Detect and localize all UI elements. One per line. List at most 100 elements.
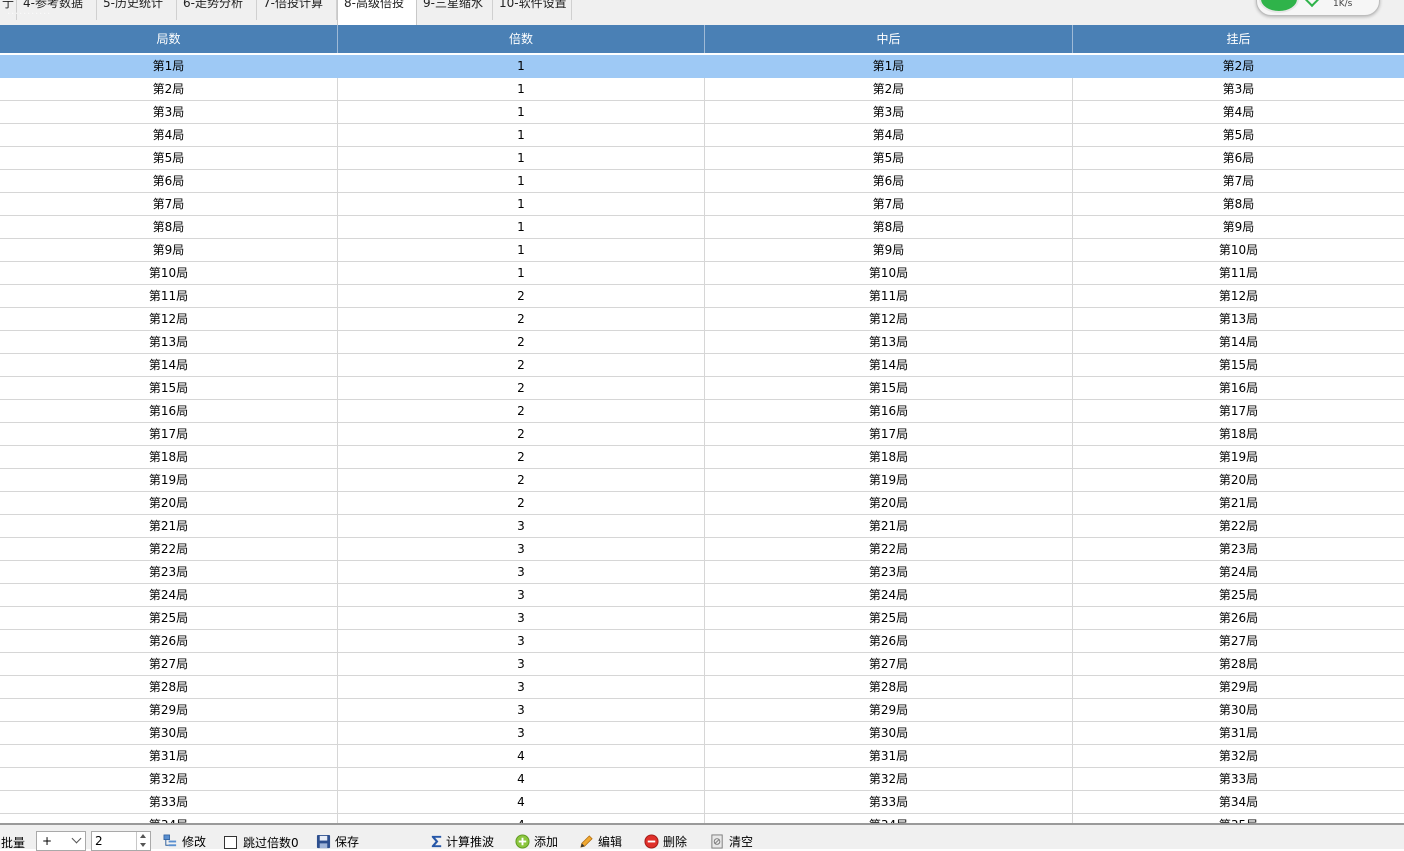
cell-after-loss[interactable]: 第21局 xyxy=(1073,492,1404,514)
table-row[interactable]: 第10局 1 第10局 第11局 xyxy=(0,262,1404,285)
cell-after-win[interactable]: 第15局 xyxy=(705,377,1073,399)
calc-push-wave-button[interactable]: 计算推波 xyxy=(429,832,501,850)
network-speed-widget[interactable]: 1K/s xyxy=(1256,0,1380,16)
cell-after-loss[interactable]: 第17局 xyxy=(1073,400,1404,422)
cell-after-loss[interactable]: 第16局 xyxy=(1073,377,1404,399)
cell-after-loss[interactable]: 第5局 xyxy=(1073,124,1404,146)
cell-after-loss[interactable]: 第18局 xyxy=(1073,423,1404,445)
column-header-after-win[interactable]: 中后 xyxy=(705,25,1073,53)
cell-round[interactable]: 第17局 xyxy=(0,423,338,445)
cell-round[interactable]: 第8局 xyxy=(0,216,338,238)
cell-after-loss[interactable]: 第2局 xyxy=(1073,55,1404,77)
cell-round[interactable]: 第13局 xyxy=(0,331,338,353)
cell-round[interactable]: 第19局 xyxy=(0,469,338,491)
table-row[interactable]: 第5局 1 第5局 第6局 xyxy=(0,147,1404,170)
cell-after-win[interactable]: 第7局 xyxy=(705,193,1073,215)
table-row[interactable]: 第9局 1 第9局 第10局 xyxy=(0,239,1404,262)
cell-multiple[interactable]: 2 xyxy=(338,469,705,491)
table-row[interactable]: 第4局 1 第4局 第5局 xyxy=(0,124,1404,147)
cell-after-win[interactable]: 第19局 xyxy=(705,469,1073,491)
cell-round[interactable]: 第11局 xyxy=(0,285,338,307)
table-row[interactable]: 第32局 4 第32局 第33局 xyxy=(0,768,1404,791)
cell-multiple[interactable]: 2 xyxy=(338,377,705,399)
cell-after-win[interactable]: 第31局 xyxy=(705,745,1073,767)
cell-round[interactable]: 第15局 xyxy=(0,377,338,399)
cell-multiple[interactable]: 1 xyxy=(338,55,705,77)
cell-multiple[interactable]: 3 xyxy=(338,607,705,629)
cell-after-win[interactable]: 第33局 xyxy=(705,791,1073,813)
tab-multiple-calc[interactable]: 7-倍投计算 xyxy=(257,0,337,20)
cell-round[interactable]: 第14局 xyxy=(0,354,338,376)
cell-after-loss[interactable]: 第8局 xyxy=(1073,193,1404,215)
table-row[interactable]: 第1局 1 第1局 第2局 xyxy=(0,55,1404,78)
cell-after-win[interactable]: 第26局 xyxy=(705,630,1073,652)
cell-multiple[interactable]: 3 xyxy=(338,561,705,583)
cell-round[interactable]: 第1局 xyxy=(0,55,338,77)
cell-after-loss[interactable]: 第10局 xyxy=(1073,239,1404,261)
cell-round[interactable]: 第34局 xyxy=(0,814,338,823)
cell-round[interactable]: 第27局 xyxy=(0,653,338,675)
table-row[interactable]: 第28局 3 第28局 第29局 xyxy=(0,676,1404,699)
cell-multiple[interactable]: 1 xyxy=(338,262,705,284)
stepper-up-icon[interactable] xyxy=(140,834,146,838)
cell-after-loss[interactable]: 第20局 xyxy=(1073,469,1404,491)
cell-multiple[interactable]: 4 xyxy=(338,768,705,790)
cell-multiple[interactable]: 2 xyxy=(338,400,705,422)
cell-after-loss[interactable]: 第27局 xyxy=(1073,630,1404,652)
table-row[interactable]: 第23局 3 第23局 第24局 xyxy=(0,561,1404,584)
cell-multiple[interactable]: 3 xyxy=(338,515,705,537)
cell-after-win[interactable]: 第20局 xyxy=(705,492,1073,514)
cell-after-win[interactable]: 第30局 xyxy=(705,722,1073,744)
cell-multiple[interactable]: 2 xyxy=(338,446,705,468)
cell-round[interactable]: 第20局 xyxy=(0,492,338,514)
delete-button[interactable]: 删除 xyxy=(644,832,694,850)
cell-round[interactable]: 第32局 xyxy=(0,768,338,790)
cell-multiple[interactable]: 3 xyxy=(338,676,705,698)
tab-software-settings[interactable]: 10-软件设置 xyxy=(493,0,572,20)
tab-history-stats[interactable]: 5-历史统计 xyxy=(97,0,177,20)
cell-round[interactable]: 第29局 xyxy=(0,699,338,721)
cell-multiple[interactable]: 1 xyxy=(338,147,705,169)
multiplier-table[interactable]: 局数 倍数 中后 挂后 第1局 1 第1局 第2局 第2局 1 第2局 第3局 第3局 1 第3局第… xyxy=(0,25,1404,823)
cell-round[interactable]: 第4局 xyxy=(0,124,338,146)
cell-after-win[interactable]: 第9局 xyxy=(705,239,1073,261)
cell-after-loss[interactable]: 第31局 xyxy=(1073,722,1404,744)
cell-multiple[interactable]: 3 xyxy=(338,584,705,606)
cell-after-win[interactable]: 第5局 xyxy=(705,147,1073,169)
cell-after-win[interactable]: 第12局 xyxy=(705,308,1073,330)
cell-multiple[interactable]: 1 xyxy=(338,216,705,238)
cell-round[interactable]: 第22局 xyxy=(0,538,338,560)
cell-after-win[interactable]: 第22局 xyxy=(705,538,1073,560)
table-row[interactable]: 第19局 2 第19局 第20局 xyxy=(0,469,1404,492)
cell-after-win[interactable]: 第1局 xyxy=(705,55,1073,77)
cell-after-win[interactable]: 第29局 xyxy=(705,699,1073,721)
cell-after-loss[interactable]: 第24局 xyxy=(1073,561,1404,583)
cell-multiple[interactable]: 3 xyxy=(338,722,705,744)
cell-after-loss[interactable]: 第9局 xyxy=(1073,216,1404,238)
cell-multiple[interactable]: 2 xyxy=(338,354,705,376)
modify-button[interactable]: 修改 xyxy=(163,832,215,850)
tab-three-star-shrink[interactable]: 9-三星缩水 xyxy=(417,0,493,20)
cell-multiple[interactable]: 2 xyxy=(338,492,705,514)
cell-round[interactable]: 第16局 xyxy=(0,400,338,422)
operator-select[interactable]: + xyxy=(36,831,86,851)
table-row[interactable]: 第25局 3 第25局 第26局 xyxy=(0,607,1404,630)
cell-multiple[interactable]: 3 xyxy=(338,653,705,675)
cell-after-win[interactable]: 第28局 xyxy=(705,676,1073,698)
cell-after-loss[interactable]: 第25局 xyxy=(1073,584,1404,606)
column-header-round[interactable]: 局数 xyxy=(0,25,338,53)
cell-after-loss[interactable]: 第35局 xyxy=(1073,814,1404,823)
cell-after-loss[interactable]: 第11局 xyxy=(1073,262,1404,284)
table-row[interactable]: 第22局 3 第22局 第23局 xyxy=(0,538,1404,561)
cell-after-win[interactable]: 第18局 xyxy=(705,446,1073,468)
cell-multiple[interactable]: 1 xyxy=(338,78,705,100)
table-row[interactable]: 第7局 1 第7局 第8局 xyxy=(0,193,1404,216)
cell-after-loss[interactable]: 第6局 xyxy=(1073,147,1404,169)
cell-multiple[interactable]: 4 xyxy=(338,791,705,813)
table-row[interactable]: 第26局 3 第26局 第27局 xyxy=(0,630,1404,653)
table-row[interactable]: 第27局 3 第27局 第28局 xyxy=(0,653,1404,676)
cell-after-win[interactable]: 第10局 xyxy=(705,262,1073,284)
cell-after-win[interactable]: 第11局 xyxy=(705,285,1073,307)
cell-after-win[interactable]: 第34局 xyxy=(705,814,1073,823)
cell-after-win[interactable]: 第2局 xyxy=(705,78,1073,100)
